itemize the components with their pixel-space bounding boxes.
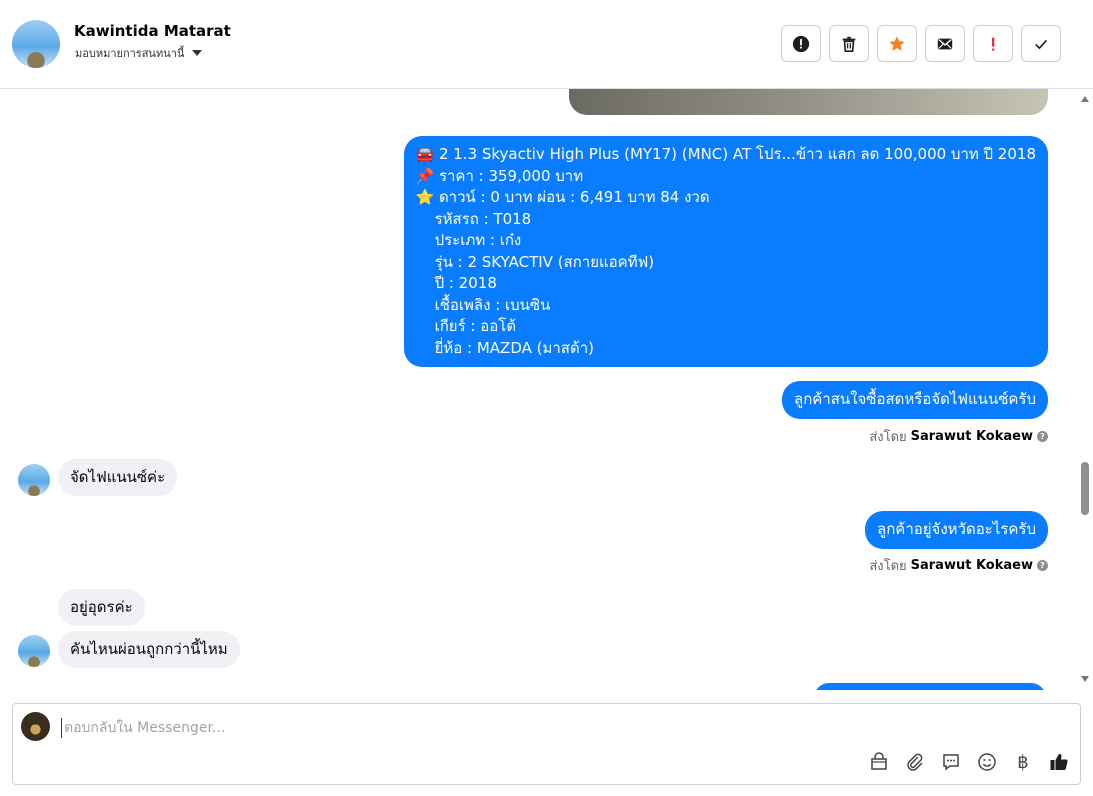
incoming-message[interactable]: คันไหนผ่อนถูกกว่านี้ไหม	[58, 631, 240, 668]
scrollbar-thumb[interactable]	[1081, 462, 1089, 515]
outgoing-message-partial[interactable]	[814, 683, 1046, 690]
baht-icon: ฿	[1017, 751, 1029, 773]
contact-name[interactable]: Kawintida Matarat	[74, 22, 231, 40]
listing-line: ⭐ ดาวน์ : 0 บาท ผ่อน : 6,491 บาท 84 งวด	[415, 188, 710, 206]
incoming-message[interactable]: จัดไฟแนนซ์ค่ะ	[58, 459, 178, 496]
listing-line: ยี่ห้อ : MAZDA (มาสด้า)	[415, 338, 594, 357]
star-icon	[889, 35, 905, 51]
assign-conversation-dropdown[interactable]: มอบหมายการสนทนานี้	[75, 44, 203, 62]
question-circle-icon[interactable]: ?	[1037, 560, 1048, 571]
conversation-actions	[781, 25, 1061, 62]
listing-line: เกียร์ : ออโต้	[415, 317, 517, 335]
thumbs-up-icon	[1050, 753, 1068, 771]
payment-button[interactable]: ฿	[1012, 751, 1034, 773]
scroll-down-arrow-icon[interactable]	[1081, 676, 1089, 682]
sent-by-prefix: ส่งโดย	[869, 430, 907, 445]
sent-by-agent-name: Sarawut Kokaew	[910, 558, 1033, 573]
mark-unread-button[interactable]	[925, 25, 965, 62]
attach-button[interactable]	[904, 751, 926, 773]
emoji-button[interactable]	[976, 751, 998, 773]
reply-composer: ฿	[12, 703, 1081, 785]
listing-line: เชื้อเพลิง : เบนซิน	[415, 295, 551, 314]
message-thread[interactable]: 🚘 2 1.3 Skyactiv High Plus (MY17) (MNC) …	[0, 89, 1078, 690]
reply-input[interactable]	[61, 718, 761, 738]
delete-button[interactable]	[829, 25, 869, 62]
star-button[interactable]	[877, 25, 917, 62]
shop-button[interactable]	[868, 751, 890, 773]
listing-line: ประเภท : เก๋ง	[415, 231, 522, 249]
report-button[interactable]	[781, 25, 821, 62]
scroll-up-arrow-icon[interactable]	[1081, 96, 1089, 102]
thread-scrollbar[interactable]	[1078, 89, 1093, 690]
trash-icon	[842, 36, 856, 52]
caret-down-icon	[192, 50, 203, 56]
car-listing-message[interactable]: 🚘 2 1.3 Skyactiv High Plus (MY17) (MNC) …	[403, 136, 1048, 367]
outgoing-message[interactable]: ลูกค้าสนใจซื้อสดหรือจัดไฟแนนซ์ครับ	[782, 381, 1048, 419]
alert-circle-icon	[792, 35, 810, 52]
like-button[interactable]	[1048, 751, 1070, 773]
emoji-icon	[978, 753, 996, 771]
contact-avatar[interactable]	[12, 20, 60, 68]
listing-line: ปี : 2018	[415, 274, 497, 292]
saved-reply-icon	[943, 754, 959, 771]
outgoing-message[interactable]: ลูกค้าอยู่จังหวัดอะไรครับ	[865, 511, 1048, 549]
listing-line: รุ่น : 2 SKYACTIV (สกายแอคทีฟ)	[415, 252, 655, 271]
assign-label: มอบหมายการสนทนานี้	[75, 47, 185, 60]
listing-line: รหัสรถ : T018	[415, 209, 532, 228]
contact-avatar-small	[18, 635, 50, 667]
saved-replies-button[interactable]	[940, 751, 962, 773]
paperclip-icon	[907, 753, 923, 771]
envelope-icon	[937, 38, 953, 49]
sent-by-agent-name: Sarawut Kokaew	[910, 429, 1033, 444]
sent-by-label: ส่งโดย Sarawut Kokaew ?	[869, 555, 1048, 576]
car-photo-attachment[interactable]	[569, 89, 1048, 115]
check-icon	[1035, 39, 1048, 49]
spam-button[interactable]	[973, 25, 1013, 62]
conversation-header: Kawintida Matarat มอบหมายการสนทนานี้	[0, 0, 1093, 89]
question-circle-icon[interactable]: ?	[1037, 431, 1048, 442]
contact-avatar-small	[18, 464, 50, 496]
agent-avatar	[21, 712, 50, 741]
listing-line: 📌 ราคา : 359,000 บาท	[415, 166, 584, 185]
shop-icon	[871, 752, 887, 770]
composer-tools: ฿	[868, 751, 1070, 773]
done-button[interactable]	[1021, 25, 1061, 62]
incoming-message[interactable]: อยู่อุดรค่ะ	[58, 589, 145, 626]
listing-line: 🚘 2 1.3 Skyactiv High Plus (MY17) (MNC) …	[415, 145, 1037, 163]
sent-by-label: ส่งโดย Sarawut Kokaew ?	[869, 426, 1048, 447]
sent-by-prefix: ส่งโดย	[869, 559, 907, 574]
exclamation-icon	[992, 37, 995, 51]
